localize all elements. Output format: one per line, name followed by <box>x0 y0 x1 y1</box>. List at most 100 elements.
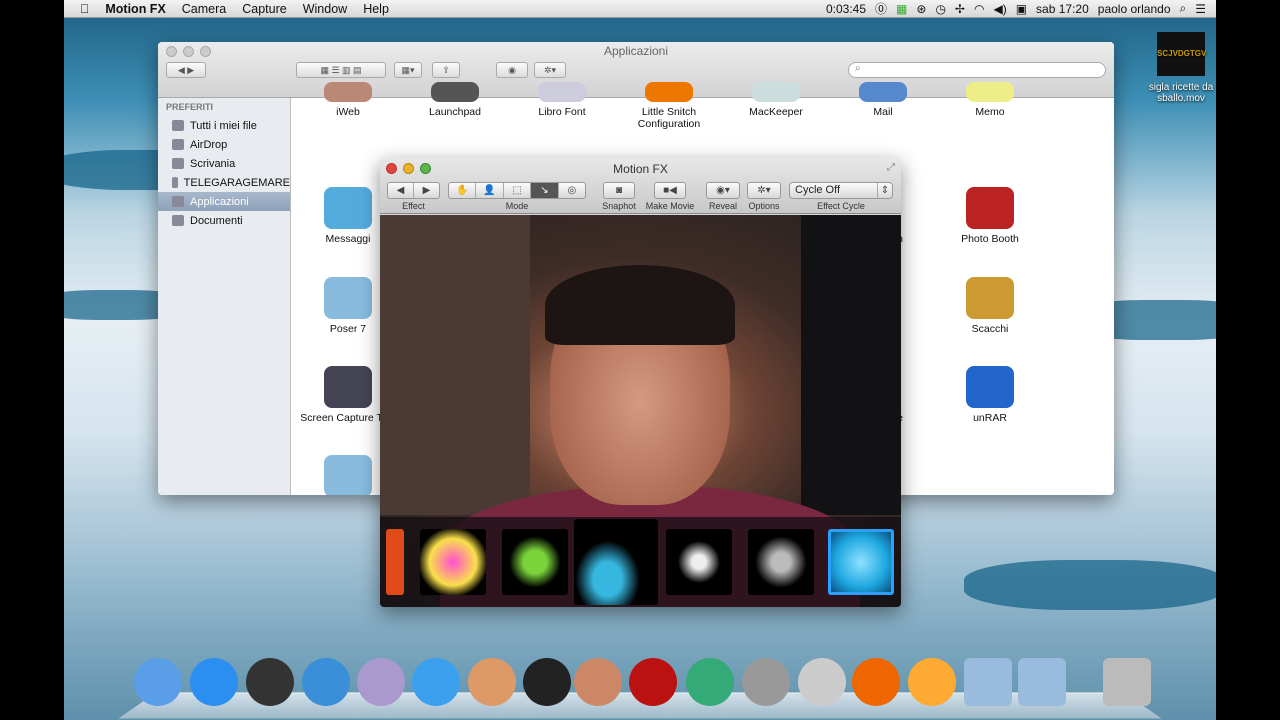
recording-time[interactable]: 0:03:45 <box>826 2 866 16</box>
volume-icon[interactable]: ◀) <box>993 2 1006 16</box>
app-icon <box>324 82 372 102</box>
dock-item-cestino[interactable] <box>1103 658 1151 706</box>
effect-thumb[interactable] <box>502 529 568 595</box>
battery-icon[interactable]: ▣ <box>1016 2 1027 16</box>
app-icon <box>645 82 693 102</box>
wifi-icon[interactable]: ◠ <box>974 2 984 16</box>
dock-item-firefox[interactable] <box>852 658 900 706</box>
arrange-button[interactable]: ▦▾ <box>394 62 422 78</box>
grid-app-icon[interactable]: ▦ <box>896 2 907 16</box>
action-button[interactable]: ✲▾ <box>534 62 566 78</box>
quick-look-button[interactable]: ◉ <box>496 62 528 78</box>
dock-item-motion-fx[interactable] <box>908 658 956 706</box>
dock-item-documenti[interactable] <box>1018 658 1066 706</box>
app-icon <box>324 277 372 319</box>
sidebar-item-label: AirDrop <box>190 138 228 151</box>
app-item[interactable]: Libro Font <box>512 82 612 118</box>
effect-thumb[interactable] <box>420 529 486 595</box>
notification-icon[interactable]: ☰ <box>1195 2 1206 16</box>
app-label: Memo <box>975 106 1005 118</box>
app-item[interactable]: Little Snitch Configuration <box>619 82 719 130</box>
movie-thumbnail: SCJVDGTGV <box>1157 32 1206 76</box>
dock-item-automator[interactable] <box>798 658 846 706</box>
app-item[interactable]: Mail <box>833 82 933 118</box>
select-mode-icon[interactable]: ⬚ <box>504 183 532 198</box>
draw-mode-icon[interactable]: ↘ <box>531 183 559 198</box>
app-item[interactable]: iWeb <box>298 82 398 118</box>
effect-cycle-select[interactable]: Cycle Off ⇕ <box>789 182 893 199</box>
effect-thumb-selected[interactable] <box>574 519 658 605</box>
back-forward-button[interactable]: ◀ ▶ <box>166 62 206 78</box>
spotlight-icon[interactable]: ⌕ <box>1180 1 1187 16</box>
app-item[interactable]: Launchpad <box>405 82 505 118</box>
dock-item-finder[interactable] <box>134 658 182 706</box>
app-item[interactable]: Memo <box>940 82 1040 118</box>
make-movie-label: Make Movie <box>645 201 695 211</box>
dock-item-image-capture[interactable] <box>468 658 516 706</box>
sidebar-item-all-files[interactable]: Tutti i miei file <box>158 116 290 135</box>
snapshot-button[interactable]: ◙ <box>603 182 635 199</box>
prev-effect-button[interactable]: ◀ <box>388 183 414 198</box>
menu-capture[interactable]: Capture <box>234 2 294 16</box>
camera-icon: ◙ <box>615 185 623 196</box>
effect-thumb[interactable] <box>666 529 732 595</box>
app-icon <box>324 366 372 408</box>
sidebar-item-documents[interactable]: Documenti <box>158 211 290 230</box>
hand-mode-icon[interactable]: ✋ <box>449 183 477 198</box>
bluetooth-icon[interactable]: ✢ <box>955 2 965 16</box>
apple-menu-icon[interactable]:  <box>64 2 97 16</box>
sidebar-item-applications[interactable]: Applicazioni <box>158 192 290 211</box>
app-label: MacKeeper <box>749 106 803 118</box>
camera-preview[interactable] <box>380 215 901 607</box>
dock-item-dashboard[interactable] <box>246 658 294 706</box>
search-input[interactable]: ⌕ <box>848 62 1106 78</box>
desktop-file[interactable]: SCJVDGTGV sigla ricette da sballo.mov <box>1142 32 1220 104</box>
window-title: Motion FX <box>613 162 668 176</box>
dock-item-imovie[interactable] <box>523 658 571 706</box>
person-mode-icon[interactable]: 👤 <box>476 183 504 198</box>
user-name[interactable]: paolo orlando <box>1098 2 1171 16</box>
app-icon <box>966 82 1014 102</box>
dock-item-app-store[interactable] <box>190 658 238 706</box>
menu-window[interactable]: Window <box>295 2 355 16</box>
app-icon <box>324 455 372 495</box>
sidebar-item-desktop[interactable]: Scrivania <box>158 154 290 173</box>
dock-item-itunes[interactable] <box>412 658 460 706</box>
menu-bar:  Motion FX Camera Capture Window Help 0… <box>64 0 1216 18</box>
dock-item-time-machine[interactable] <box>686 658 734 706</box>
accessibility-icon[interactable]: ⊛ <box>916 2 926 16</box>
menu-camera[interactable]: Camera <box>174 2 234 16</box>
make-movie-button[interactable]: ■◀ <box>654 182 686 199</box>
sidebar-item-airdrop[interactable]: AirDrop <box>158 135 290 154</box>
app-item[interactable]: Photo Booth <box>940 187 1040 245</box>
view-mode-buttons[interactable]: ▦ ☰ ▥ ▤ <box>296 62 386 78</box>
spiral-mode-icon[interactable]: ◎ <box>559 183 585 198</box>
sidebar-item-home[interactable]: TELEGARAGEMARE <box>158 173 290 192</box>
dock-item-photo-booth[interactable] <box>629 658 677 706</box>
next-effect-button[interactable]: ▶ <box>414 183 439 198</box>
menu-help[interactable]: Help <box>355 2 397 16</box>
app-item[interactable]: Scacchi <box>940 277 1040 335</box>
clock[interactable]: sab 17:20 <box>1036 2 1089 16</box>
status-icon[interactable]: ⓪ <box>875 0 887 17</box>
effect-thumb[interactable] <box>828 529 894 595</box>
dock-item-preferenze-di-sistema[interactable] <box>742 658 790 706</box>
effect-thumb[interactable] <box>386 529 404 595</box>
menu-app[interactable]: Motion FX <box>97 2 173 16</box>
effect-thumb[interactable] <box>748 529 814 595</box>
app-item[interactable]: unRAR <box>940 366 1040 424</box>
sidebar: PREFERITI Tutti i miei file AirDrop Scri… <box>158 98 291 495</box>
window-title: Applicazioni <box>603 44 669 58</box>
share-button[interactable]: ⇪ <box>432 62 460 78</box>
dock-item-applicazioni[interactable] <box>964 658 1012 706</box>
fullscreen-icon[interactable]: ⤢ <box>887 162 895 173</box>
app-item[interactable]: MacKeeper <box>726 82 826 118</box>
dock-item-garageband[interactable] <box>574 658 622 706</box>
time-machine-icon[interactable]: ◷ <box>935 2 945 16</box>
dock-item-safari[interactable] <box>302 658 350 706</box>
app-icon <box>538 82 586 102</box>
dock-item-iphoto[interactable] <box>357 658 405 706</box>
app-icon <box>324 187 372 229</box>
reveal-button[interactable]: ◉▾ <box>706 182 740 199</box>
options-button[interactable]: ✲▾ <box>747 182 781 199</box>
